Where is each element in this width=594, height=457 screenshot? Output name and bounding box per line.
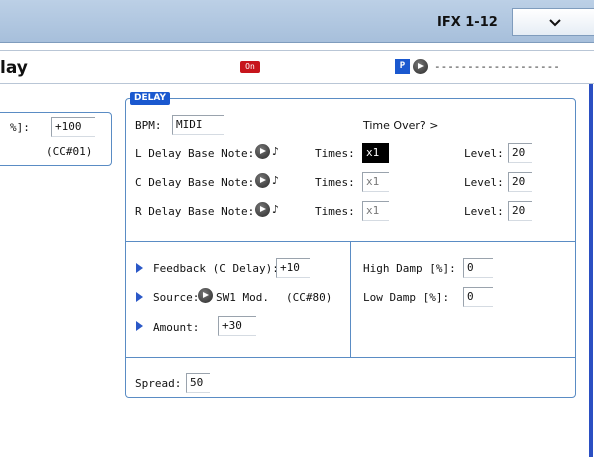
amount-label: Amount: [153, 321, 200, 334]
r-times-label: Times: [315, 205, 355, 218]
music-note-icon: ♪ [272, 203, 280, 216]
l-delay-note-button[interactable] [255, 144, 270, 159]
c-level-label: Level: [464, 176, 504, 189]
bpm-label: BPM: [135, 119, 162, 132]
source-select-button[interactable] [198, 288, 213, 303]
spread-label: Spread: [135, 377, 182, 390]
ifx-select-dropdown[interactable] [512, 8, 594, 36]
menu-arrow-button[interactable] [413, 59, 428, 74]
left-panel-cc: (CC#01) [46, 145, 93, 158]
r-times-field[interactable]: x1 [362, 201, 389, 221]
p-button[interactable]: P [395, 59, 410, 74]
l-times-field[interactable]: x1 [362, 143, 389, 163]
divider-bottom [126, 357, 575, 358]
spread-field[interactable]: 50 [186, 373, 210, 393]
music-note-icon: ♪ [272, 145, 280, 158]
high-damp-field[interactable]: 0 [463, 258, 493, 278]
chevron-down-icon [549, 19, 561, 27]
source-cc: (CC#80) [286, 291, 333, 304]
source-label: Source: [153, 291, 200, 304]
right-edge-bar [589, 84, 593, 457]
low-damp-label: Low Damp [%]: [363, 291, 450, 304]
r-level-field[interactable]: 20 [508, 201, 532, 221]
amount-field[interactable]: +30 [218, 316, 256, 336]
bpm-field[interactable]: MIDI [172, 115, 224, 135]
source-expand-icon[interactable] [136, 292, 143, 302]
r-delay-label: R Delay Base Note: [135, 205, 255, 218]
c-times-field[interactable]: x1 [362, 172, 389, 192]
feedback-expand-icon[interactable] [136, 263, 143, 273]
low-damp-field[interactable]: 0 [463, 287, 493, 307]
amount-expand-icon[interactable] [136, 321, 143, 331]
c-delay-label: C Delay Base Note: [135, 176, 255, 189]
l-level-field[interactable]: 20 [508, 143, 532, 163]
time-over-link[interactable]: Time Over? > [363, 119, 438, 132]
r-level-label: Level: [464, 205, 504, 218]
l-level-label: Level: [464, 147, 504, 160]
c-times-label: Times: [315, 176, 355, 189]
delay-section-tab: DELAY [130, 92, 170, 105]
feedback-field[interactable]: +10 [276, 258, 310, 278]
music-note-icon: ♪ [272, 174, 280, 187]
feedback-label: Feedback (C Delay): [153, 262, 279, 275]
divider-vertical [350, 241, 351, 357]
c-delay-note-button[interactable] [255, 173, 270, 188]
l-delay-label: L Delay Base Note: [135, 147, 255, 160]
left-panel-value-field[interactable]: +100 [51, 117, 95, 137]
c-level-field[interactable]: 20 [508, 172, 532, 192]
high-damp-label: High Damp [%]: [363, 262, 456, 275]
preset-name-dashes: ------------------- [434, 60, 560, 73]
l-times-label: Times: [315, 147, 355, 160]
top-bar [0, 0, 594, 43]
r-delay-note-button[interactable] [255, 202, 270, 217]
left-panel-label: %]: [10, 121, 30, 134]
source-value[interactable]: SW1 Mod. [216, 291, 269, 304]
on-button[interactable]: On [240, 61, 260, 73]
page-title: lay [0, 58, 28, 78]
ifx-label: IFX 1-12 [437, 15, 498, 30]
